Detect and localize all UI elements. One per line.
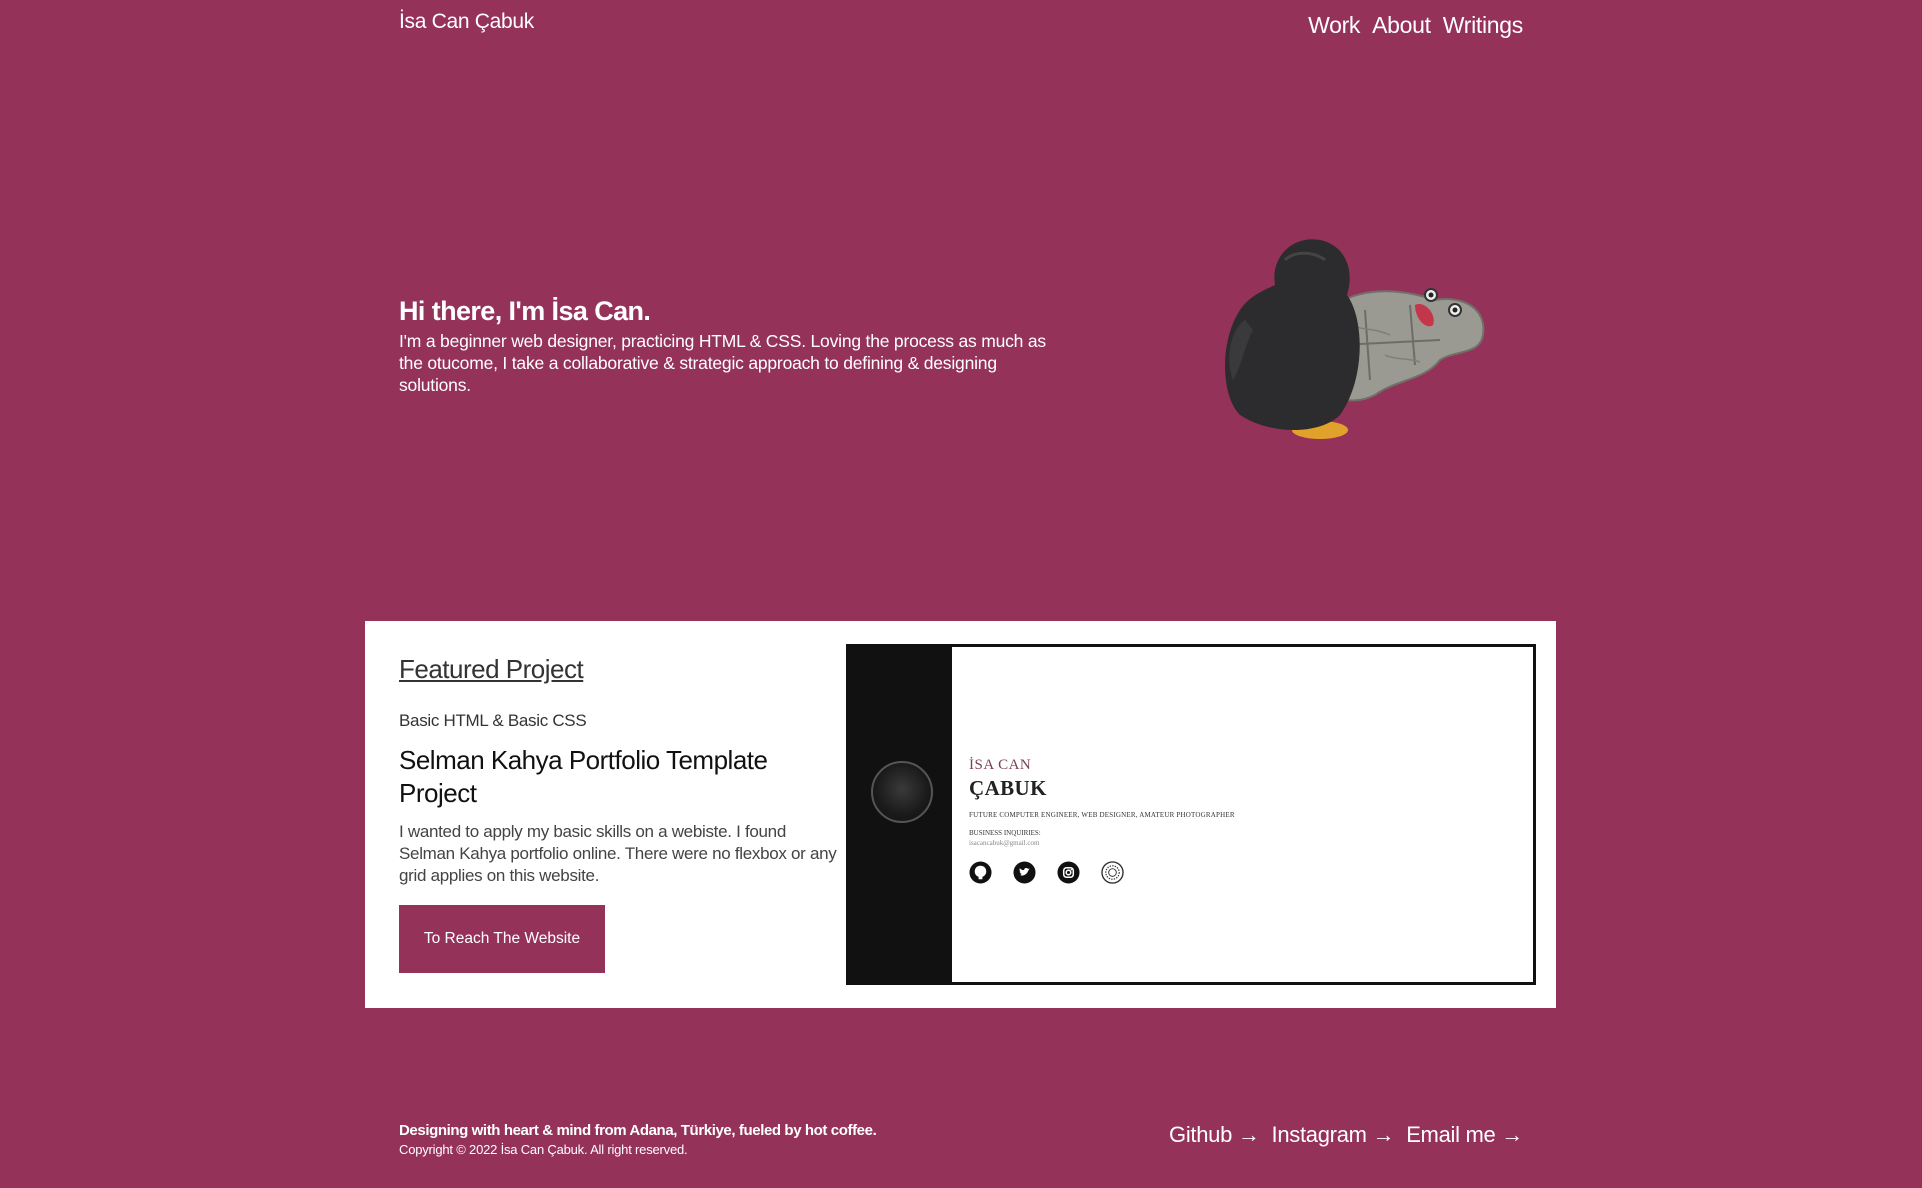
plush-penguin-illustration (1225, 239, 1485, 439)
main-nav: Work About Writings (1308, 12, 1523, 39)
preview-social-icons (969, 861, 1235, 884)
avatar (871, 761, 933, 823)
project-skills: Basic HTML & Basic CSS (399, 711, 587, 730)
preview-first-name: İSA CAN (969, 757, 1032, 773)
preview-business-label: BUSINESS INQUIRIES: (969, 829, 1041, 837)
featured-project-card: Featured Project Basic HTML & Basic CSS … (365, 621, 1556, 1008)
site-brand[interactable]: İsa Can Çabuk (399, 10, 534, 34)
hero-title: Hi there, I'm İsa Can. (399, 296, 651, 326)
preview-email: isacancabuk@gmail.com (969, 839, 1040, 847)
footer-email-link[interactable]: Email me → (1406, 1122, 1523, 1148)
footer-github-link[interactable]: Github → (1169, 1122, 1260, 1148)
nav-work-link[interactable]: Work (1308, 12, 1360, 39)
preview-content: İSA CAN ÇABUK FUTURE COMPUTER ENGINEER, … (969, 757, 1235, 884)
preview-sidebar (849, 647, 952, 982)
vsco-icon (1101, 861, 1124, 884)
footer-tagline: Designing with heart & mind from Adana, … (399, 1122, 877, 1139)
github-icon (969, 861, 992, 884)
nav-writings-link[interactable]: Writings (1443, 12, 1524, 39)
preview-roles: FUTURE COMPUTER ENGINEER, WEB DESIGNER, … (969, 811, 1235, 819)
project-preview-image[interactable]: İSA CAN ÇABUK FUTURE COMPUTER ENGINEER, … (846, 644, 1536, 985)
nav-about-link[interactable]: About (1372, 12, 1431, 39)
project-title: Selman Kahya Portfolio Template Project (399, 745, 768, 808)
instagram-icon (1057, 861, 1080, 884)
footer-instagram-link[interactable]: Instagram → (1272, 1122, 1395, 1148)
reach-website-button[interactable]: To Reach The Website (399, 905, 605, 973)
footer-copyright: Copyright © 2022 İsa Can Çabuk. All righ… (399, 1142, 688, 1157)
preview-last-name: ÇABUK (969, 776, 1047, 800)
twitter-icon (1013, 861, 1036, 884)
hero-intro: I'm a beginner web designer, practicing … (399, 331, 1046, 395)
featured-project-heading[interactable]: Featured Project (399, 654, 584, 685)
footer-links: Github → Instagram → Email me → (1169, 1122, 1523, 1148)
footer-info: Designing with heart & mind from Adana, … (399, 1122, 877, 1157)
project-description: I wanted to apply my basic skills on a w… (399, 822, 837, 885)
